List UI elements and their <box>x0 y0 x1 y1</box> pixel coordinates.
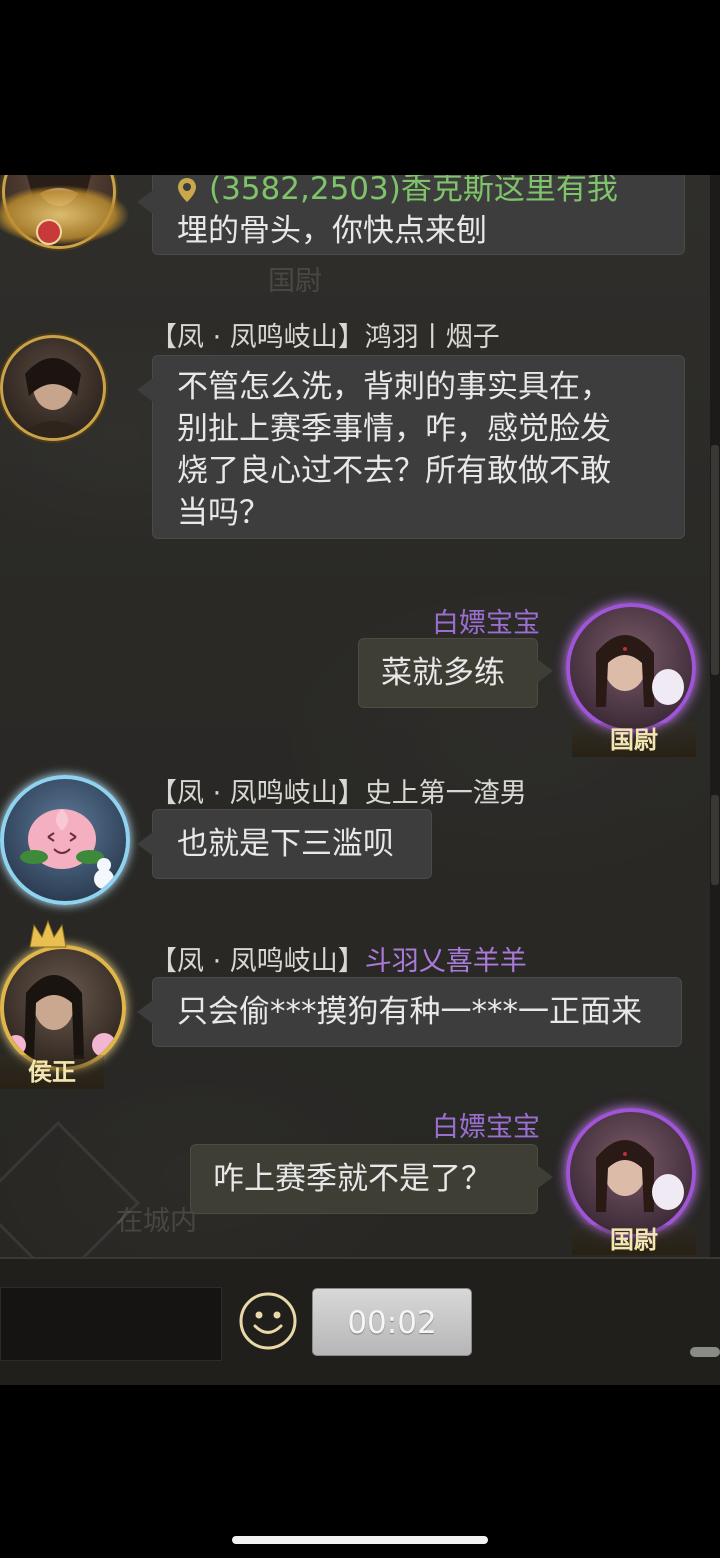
title-plate: 侯正 <box>0 1055 104 1089</box>
sender-avatar[interactable] <box>0 335 106 441</box>
scrollbar-thumb[interactable] <box>711 445 719 675</box>
smiley-icon <box>239 1292 297 1350</box>
message-bubble: 咋上赛季就不是了？ <box>190 1144 553 1214</box>
title-plate: 国尉 <box>572 1225 696 1255</box>
voice-timer: 00:02 <box>347 1305 437 1341</box>
coordinate-link[interactable]: (3582,2503)香克斯这里有我 <box>209 175 618 207</box>
rank-wings-icon <box>0 185 130 245</box>
message-text: 只会偷***摸狗有种一***一正面来 <box>177 994 642 1030</box>
message-bubble: 不管怎么洗，背刺的事实具在， 别扯上赛季事情，咋，感觉脸发 烧了良心过不去？所有… <box>137 355 685 539</box>
guild-tag: 【凤 · 凤鸣岐山】 <box>150 946 365 977</box>
self-avatar[interactable] <box>566 1108 696 1238</box>
portrait-icon <box>596 1140 684 1212</box>
message-text: 埋的骨头，你快点来刨 <box>177 213 487 249</box>
location-pin-icon <box>177 175 197 202</box>
input-bar: 00:02 <box>0 1257 720 1385</box>
chat-text-input[interactable] <box>0 1287 222 1361</box>
background-label: 国尉 <box>268 266 322 297</box>
emoji-button[interactable] <box>238 1291 298 1351</box>
message-text-line: 别扯上赛季事情，咋，感觉脸发 <box>177 411 611 447</box>
sender-name[interactable]: 斗羽乂喜羊羊 <box>365 946 527 977</box>
voice-record-button[interactable]: 00:02 <box>312 1288 472 1356</box>
self-avatar[interactable] <box>566 603 696 733</box>
message-text: 咋上赛季就不是了？ <box>213 1161 492 1197</box>
self-name: 白嫖宝宝 <box>432 1112 540 1143</box>
message-bubble: (3582,2503)香克斯这里有我 埋的骨头，你快点来刨 <box>137 175 685 255</box>
sender-avatar[interactable] <box>0 945 126 1071</box>
self-name: 白嫖宝宝 <box>432 608 540 639</box>
sender-label: 【凤 · 凤鸣岐山】史上第一渣男 <box>150 771 527 810</box>
portrait-icon <box>17 358 89 438</box>
message-text-line: 烧了良心过不去？所有敢做不敢 <box>177 453 611 489</box>
sender-label: 【凤 · 凤鸣岐山】鸿羽丨烟子 <box>150 315 500 354</box>
message-bubble: 菜就多练 <box>358 638 553 708</box>
message-bubble: 只会偷***摸狗有种一***一正面来 <box>137 977 682 1047</box>
guild-tag: 【凤 · 凤鸣岐山】 <box>150 322 365 353</box>
crown-icon <box>28 919 68 949</box>
scrollbar[interactable] <box>710 175 720 1257</box>
chat-panel[interactable]: (3582,2503)香克斯这里有我 埋的骨头，你快点来刨 国尉 【凤 · 凤鸣… <box>0 175 710 1257</box>
peach-avatar-icon <box>20 809 114 889</box>
sender-label: 【凤 · 凤鸣岐山】斗羽乂喜羊羊 <box>150 939 527 978</box>
sender-name[interactable]: 鸿羽丨烟子 <box>365 322 500 353</box>
message-text: 也就是下三滥呗 <box>177 826 394 862</box>
message-text-line: 当吗？ <box>177 495 270 531</box>
background-label: 在城内 <box>116 1206 197 1237</box>
sender-avatar[interactable] <box>0 775 130 905</box>
home-indicator[interactable] <box>232 1536 488 1544</box>
portrait-icon <box>596 635 684 707</box>
sender-name[interactable]: 史上第一渣男 <box>365 778 527 809</box>
message-text-line: 不管怎么洗，背刺的事实具在， <box>177 369 611 405</box>
side-handle[interactable] <box>711 795 719 885</box>
slider-handle[interactable] <box>690 1347 720 1357</box>
rank-badge-icon <box>36 219 62 245</box>
portrait-icon <box>6 975 116 1059</box>
message-text: 菜就多练 <box>381 655 505 691</box>
title-plate: 国尉 <box>572 723 696 757</box>
message-bubble: 也就是下三滥呗 <box>137 809 432 879</box>
guild-tag: 【凤 · 凤鸣岐山】 <box>150 778 365 809</box>
